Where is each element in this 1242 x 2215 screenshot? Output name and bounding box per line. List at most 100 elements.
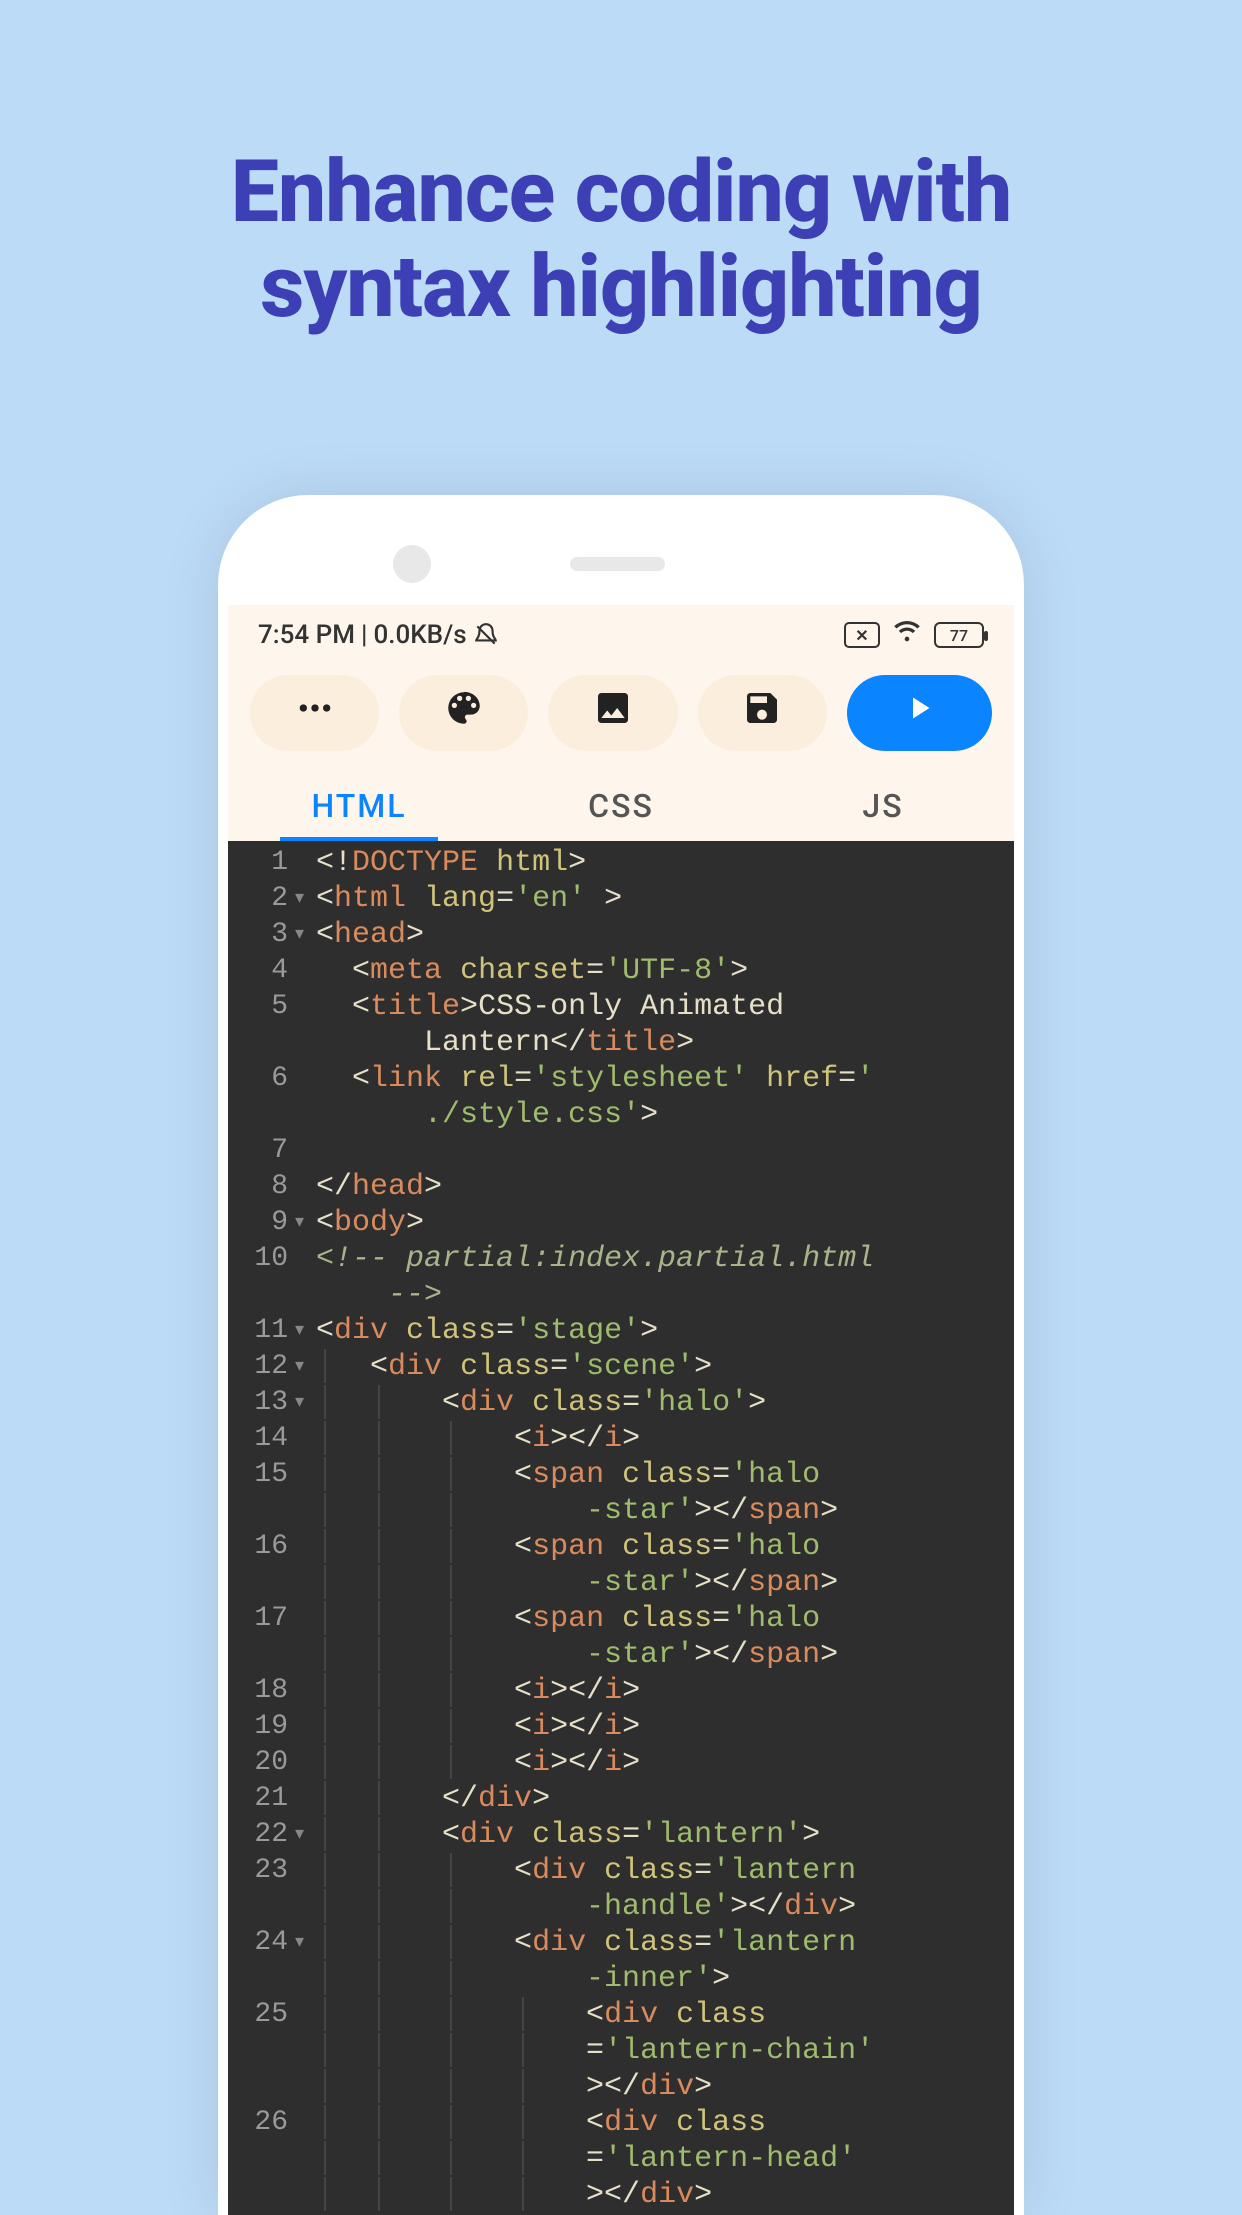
code-line[interactable]: Lantern</title> (316, 1025, 874, 1061)
code-line[interactable]: │ │ │ │ ='lantern-head' (316, 2141, 874, 2177)
line-number: 7 (228, 1133, 288, 1169)
line-number (228, 1493, 288, 1529)
code-line[interactable]: │ │ │ │ ='lantern-chain' (316, 2033, 874, 2069)
code-line[interactable]: <!DOCTYPE html> (316, 845, 874, 881)
code-line[interactable]: │ │ │ <span class='halo (316, 1601, 874, 1637)
line-number (228, 1565, 288, 1601)
line-number (228, 2033, 288, 2069)
line-number: 6 (228, 1061, 288, 1097)
code-line[interactable]: │ │ │ <span class='halo (316, 1529, 874, 1565)
line-number (228, 1025, 288, 1061)
status-sep: | (361, 620, 367, 650)
phone-frame: 7:54 PM | 0.0KB/s ✕ 77 (218, 495, 1024, 2215)
line-number: 15 (228, 1457, 288, 1493)
code-line[interactable]: <title>CSS-only Animated (316, 989, 874, 1025)
toolbar (228, 665, 1014, 771)
code-line[interactable]: <link rel='stylesheet' href=' (316, 1061, 874, 1097)
line-number: 4 (228, 953, 288, 989)
tab-html[interactable]: HTML (228, 771, 490, 841)
phone-screen: 7:54 PM | 0.0KB/s ✕ 77 (228, 605, 1014, 2215)
line-number: 11 (228, 1313, 288, 1349)
code-content[interactable]: <!DOCTYPE html><html lang='en' ><head> <… (298, 841, 874, 2215)
code-line[interactable]: <html lang='en' > (316, 881, 874, 917)
run-button[interactable] (847, 675, 992, 751)
code-line[interactable]: │ │ │ -star'></span> (316, 1565, 874, 1601)
code-line[interactable]: <head> (316, 917, 874, 953)
code-line[interactable]: </head> (316, 1169, 874, 1205)
code-line[interactable]: │ │ <div class='lantern'> (316, 1817, 874, 1853)
code-line[interactable]: │ │ │ │ <div class (316, 1997, 874, 2033)
line-number (228, 1889, 288, 1925)
code-line[interactable]: <body> (316, 1205, 874, 1241)
code-line[interactable]: │ │ │ -inner'> (316, 1961, 874, 1997)
code-line[interactable]: │ │ │ <div class='lantern (316, 1853, 874, 1889)
status-bar: 7:54 PM | 0.0KB/s ✕ 77 (228, 605, 1014, 665)
code-line[interactable]: │ │ │ <i></i> (316, 1709, 874, 1745)
code-line[interactable]: │ │ │ <i></i> (316, 1745, 874, 1781)
line-gutter: 1234567891011121314151617181920212223242… (228, 841, 298, 2215)
code-line[interactable]: │ │ │ -handle'></div> (316, 1889, 874, 1925)
code-line[interactable]: │ │ │ │ ></div> (316, 2069, 874, 2105)
line-number (228, 1097, 288, 1133)
speaker-slot (570, 557, 665, 571)
line-number (228, 1277, 288, 1313)
code-line[interactable]: │ │ │ -star'></span> (316, 1493, 874, 1529)
status-net: 0.0KB/s (373, 620, 466, 650)
line-number: 2 (228, 881, 288, 917)
line-number: 26 (228, 2105, 288, 2141)
code-line[interactable]: │ <div class='scene'> (316, 1349, 874, 1385)
status-time: 7:54 PM (258, 620, 355, 650)
line-number: 23 (228, 1853, 288, 1889)
theme-button[interactable] (399, 675, 528, 751)
line-number: 14 (228, 1421, 288, 1457)
line-number: 12 (228, 1349, 288, 1385)
code-line[interactable]: │ │ │ <span class='halo (316, 1457, 874, 1493)
line-number: 13 (228, 1385, 288, 1421)
line-number: 9 (228, 1205, 288, 1241)
line-number: 17 (228, 1601, 288, 1637)
more-horiz-icon (295, 688, 335, 738)
marketing-headline: Enhance coding with syntax highlighting (0, 0, 1242, 334)
more-button[interactable] (250, 675, 379, 751)
code-line[interactable]: │ │ </div> (316, 1781, 874, 1817)
line-number: 18 (228, 1673, 288, 1709)
line-number: 3 (228, 917, 288, 953)
line-number: 25 (228, 1997, 288, 2033)
code-line[interactable]: │ │ │ -star'></span> (316, 1637, 874, 1673)
code-editor[interactable]: 1234567891011121314151617181920212223242… (228, 841, 1014, 2215)
mute-icon (473, 622, 499, 648)
line-number: 8 (228, 1169, 288, 1205)
line-number (228, 2141, 288, 2177)
code-line[interactable]: --> (316, 1277, 874, 1313)
line-number: 20 (228, 1745, 288, 1781)
save-icon (742, 688, 782, 738)
code-line[interactable]: <meta charset='UTF-8'> (316, 953, 874, 989)
code-line[interactable]: <!-- partial:index.partial.html (316, 1241, 874, 1277)
camera-dot (393, 545, 431, 583)
line-number: 22 (228, 1817, 288, 1853)
code-line[interactable]: │ │ │ <i></i> (316, 1673, 874, 1709)
save-button[interactable] (698, 675, 827, 751)
editor-tabs: HTML CSS JS (228, 771, 1014, 841)
code-line[interactable]: <div class='stage'> (316, 1313, 874, 1349)
line-number: 1 (228, 845, 288, 881)
line-number: 19 (228, 1709, 288, 1745)
code-line[interactable] (316, 1133, 874, 1169)
code-line[interactable]: │ │ <div class='halo'> (316, 1385, 874, 1421)
code-line[interactable]: │ │ │ <div class='lantern (316, 1925, 874, 1961)
line-number (228, 1961, 288, 1997)
code-line[interactable]: │ │ │ <i></i> (316, 1421, 874, 1457)
line-number: 21 (228, 1781, 288, 1817)
image-icon (593, 688, 633, 738)
line-number (228, 2069, 288, 2105)
line-number: 10 (228, 1241, 288, 1277)
line-number: 16 (228, 1529, 288, 1565)
wifi-icon (892, 618, 922, 653)
tab-css[interactable]: CSS (490, 771, 752, 841)
line-number (228, 1637, 288, 1673)
image-button[interactable] (548, 675, 677, 751)
line-number: 24 (228, 1925, 288, 1961)
code-line[interactable]: ./style.css'> (316, 1097, 874, 1133)
tab-js[interactable]: JS (752, 771, 1014, 841)
code-line[interactable]: │ │ │ │ <div class (316, 2105, 874, 2141)
